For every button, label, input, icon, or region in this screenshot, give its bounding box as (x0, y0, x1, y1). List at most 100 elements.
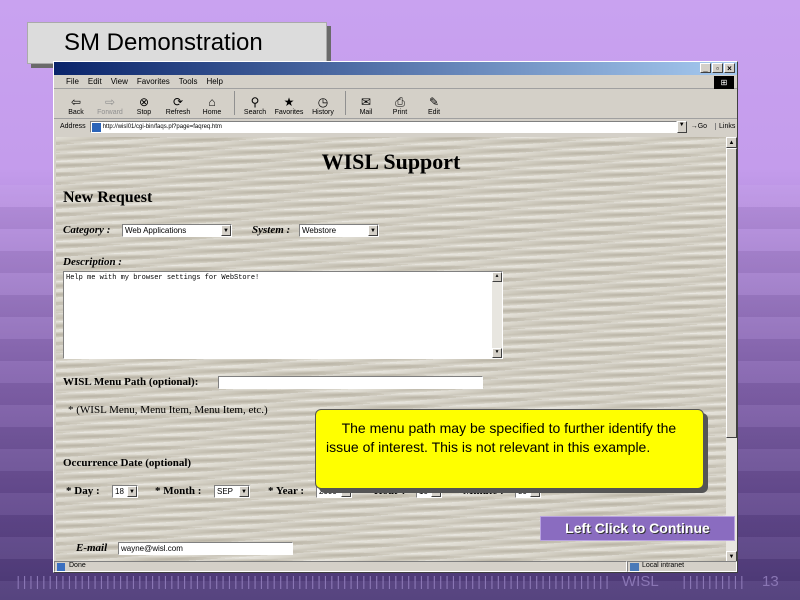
menu-help[interactable]: Help (206, 77, 222, 86)
address-label: Address (60, 123, 86, 130)
menu-view[interactable]: View (111, 77, 128, 86)
day-select[interactable]: 18 ▼ (112, 485, 138, 498)
intranet-icon (630, 562, 639, 571)
year-label: * Year : (268, 485, 305, 497)
footer-bar-decoration: ||||||||||||||||||||||||||||||||||||||||… (14, 576, 608, 590)
back-arrow-icon: ⇦ (70, 95, 82, 109)
history-button[interactable]: ◷ History (307, 95, 339, 116)
go-label: Go (697, 123, 708, 130)
page-content: WISL Support New Request Category : Web … (56, 137, 726, 562)
menu-path-input[interactable] (218, 376, 483, 389)
callout-text: The menu path may be specified to furthe… (326, 420, 677, 455)
category-select[interactable]: Web Applications ▼ (122, 224, 232, 237)
favorites-button[interactable]: ★ Favorites (273, 95, 305, 116)
footer-label: WISL (622, 573, 659, 590)
forward-arrow-icon: ⇨ (104, 95, 116, 109)
chevron-down-icon: ▼ (127, 486, 137, 497)
forward-button[interactable]: ⇨ Forward (94, 95, 126, 116)
page-icon (91, 122, 101, 132)
home-icon: ⌂ (208, 95, 216, 109)
system-value: Webstore (302, 226, 337, 235)
scroll-up-icon[interactable]: ▲ (726, 137, 737, 148)
search-button[interactable]: ⚲ Search (239, 95, 271, 116)
description-textarea[interactable]: Help me with my browser settings for Web… (63, 271, 503, 359)
address-dropdown-icon[interactable]: ▼ (676, 120, 687, 133)
email-label: E-mail (76, 542, 108, 554)
minimize-button[interactable]: _ (700, 63, 711, 73)
window-controls: _ ▫ × (700, 63, 735, 73)
history-icon: ◷ (317, 95, 329, 109)
back-button[interactable]: ⇦ Back (60, 95, 92, 116)
edit-label: Edit (427, 109, 441, 116)
stop-button[interactable]: ⊗ Stop (128, 95, 160, 116)
go-button[interactable]: →Go (691, 123, 707, 130)
month-select[interactable]: SEP ▼ (214, 485, 250, 498)
close-button[interactable]: × (724, 63, 735, 73)
search-label: Search (243, 109, 267, 116)
home-button[interactable]: ⌂ Home (196, 95, 228, 116)
toolbar-separator (234, 90, 235, 115)
address-input[interactable]: http://wisl01/cgi-bin/faqs.pl?page=faqre… (89, 120, 677, 133)
system-label: System : (252, 224, 291, 236)
month-value: SEP (217, 487, 234, 496)
edit-button[interactable]: ✎ Edit (418, 95, 450, 116)
footer-bar-decoration: |||||||||||| (680, 576, 746, 590)
status-text-panel: Done (54, 560, 627, 572)
chevron-down-icon: ▼ (368, 225, 378, 236)
refresh-icon: ⟳ (172, 95, 184, 109)
category-label: Category : (63, 224, 111, 236)
address-bar: Address http://wisl01/cgi-bin/faqs.pl?pa… (54, 119, 737, 134)
textarea-scrollbar[interactable]: ▲ ▼ (492, 272, 502, 358)
email-input[interactable]: wayne@wisl.com (118, 542, 293, 555)
section-title: New Request (63, 189, 153, 206)
menu-path-label: WISL Menu Path (optional): (63, 376, 199, 388)
print-label: Print (392, 109, 408, 116)
print-icon: ⎙ (395, 95, 405, 109)
menu-path-note: * (WISL Menu, Menu Item, Menu Item, etc.… (68, 404, 268, 416)
page-title: WISL Support (321, 149, 461, 174)
description-text: Help me with my browser settings for Web… (66, 274, 260, 282)
slide-title: SM Demonstration (27, 22, 327, 64)
stop-label: Stop (136, 109, 152, 116)
browser-window: _ ▫ × File Edit View Favorites Tools Hel… (53, 61, 738, 573)
page-done-icon (57, 562, 65, 571)
stop-icon: ⊗ (138, 95, 150, 109)
occurrence-label: Occurrence Date (optional) (63, 457, 192, 469)
back-label: Back (68, 109, 84, 116)
favorites-label: Favorites (274, 109, 304, 116)
home-label: Home (202, 109, 222, 116)
scroll-down-icon[interactable]: ▼ (492, 348, 502, 358)
refresh-button[interactable]: ⟳ Refresh (162, 95, 194, 116)
page-scrollbar[interactable]: ▲ ▼ (726, 137, 737, 562)
page-number: 13 (762, 573, 779, 590)
menu-edit[interactable]: Edit (88, 77, 102, 86)
scroll-thumb[interactable] (726, 148, 737, 438)
refresh-label: Refresh (165, 109, 191, 116)
browser-toolbar: ⇦ Back ⇨ Forward ⊗ Stop ⟳ Refresh ⌂ Home ⚲ Sea… (54, 89, 737, 119)
month-label: * Month : (155, 485, 202, 497)
mail-label: Mail (359, 109, 373, 116)
windows-logo-icon: ⊞ (714, 76, 734, 89)
status-text: Done (69, 561, 86, 569)
menu-file[interactable]: File (66, 77, 79, 86)
menu-tools[interactable]: Tools (179, 77, 198, 86)
print-button[interactable]: ⎙ Print (384, 95, 416, 116)
links-button[interactable]: Links (715, 123, 735, 130)
favorites-icon: ★ (283, 95, 295, 109)
description-label: Description : (63, 256, 122, 268)
chevron-down-icon: ▼ (221, 225, 231, 236)
forward-label: Forward (97, 109, 123, 116)
menu-favorites[interactable]: Favorites (137, 77, 170, 86)
edit-icon: ✎ (428, 95, 440, 109)
day-label: * Day : (66, 485, 100, 497)
history-label: History (312, 109, 334, 116)
zone-text: Local intranet (642, 561, 685, 569)
scroll-up-icon[interactable]: ▲ (492, 272, 502, 282)
day-value: 18 (115, 487, 124, 496)
continue-button[interactable]: Left Click to Continue (540, 516, 735, 541)
system-select[interactable]: Webstore ▼ (299, 224, 379, 237)
mail-button[interactable]: ✉ Mail (350, 95, 382, 116)
menu-bar: File Edit View Favorites Tools Help ⊞ (54, 75, 737, 89)
maximize-button[interactable]: ▫ (712, 63, 723, 73)
status-bar: Done Local intranet (54, 560, 737, 572)
